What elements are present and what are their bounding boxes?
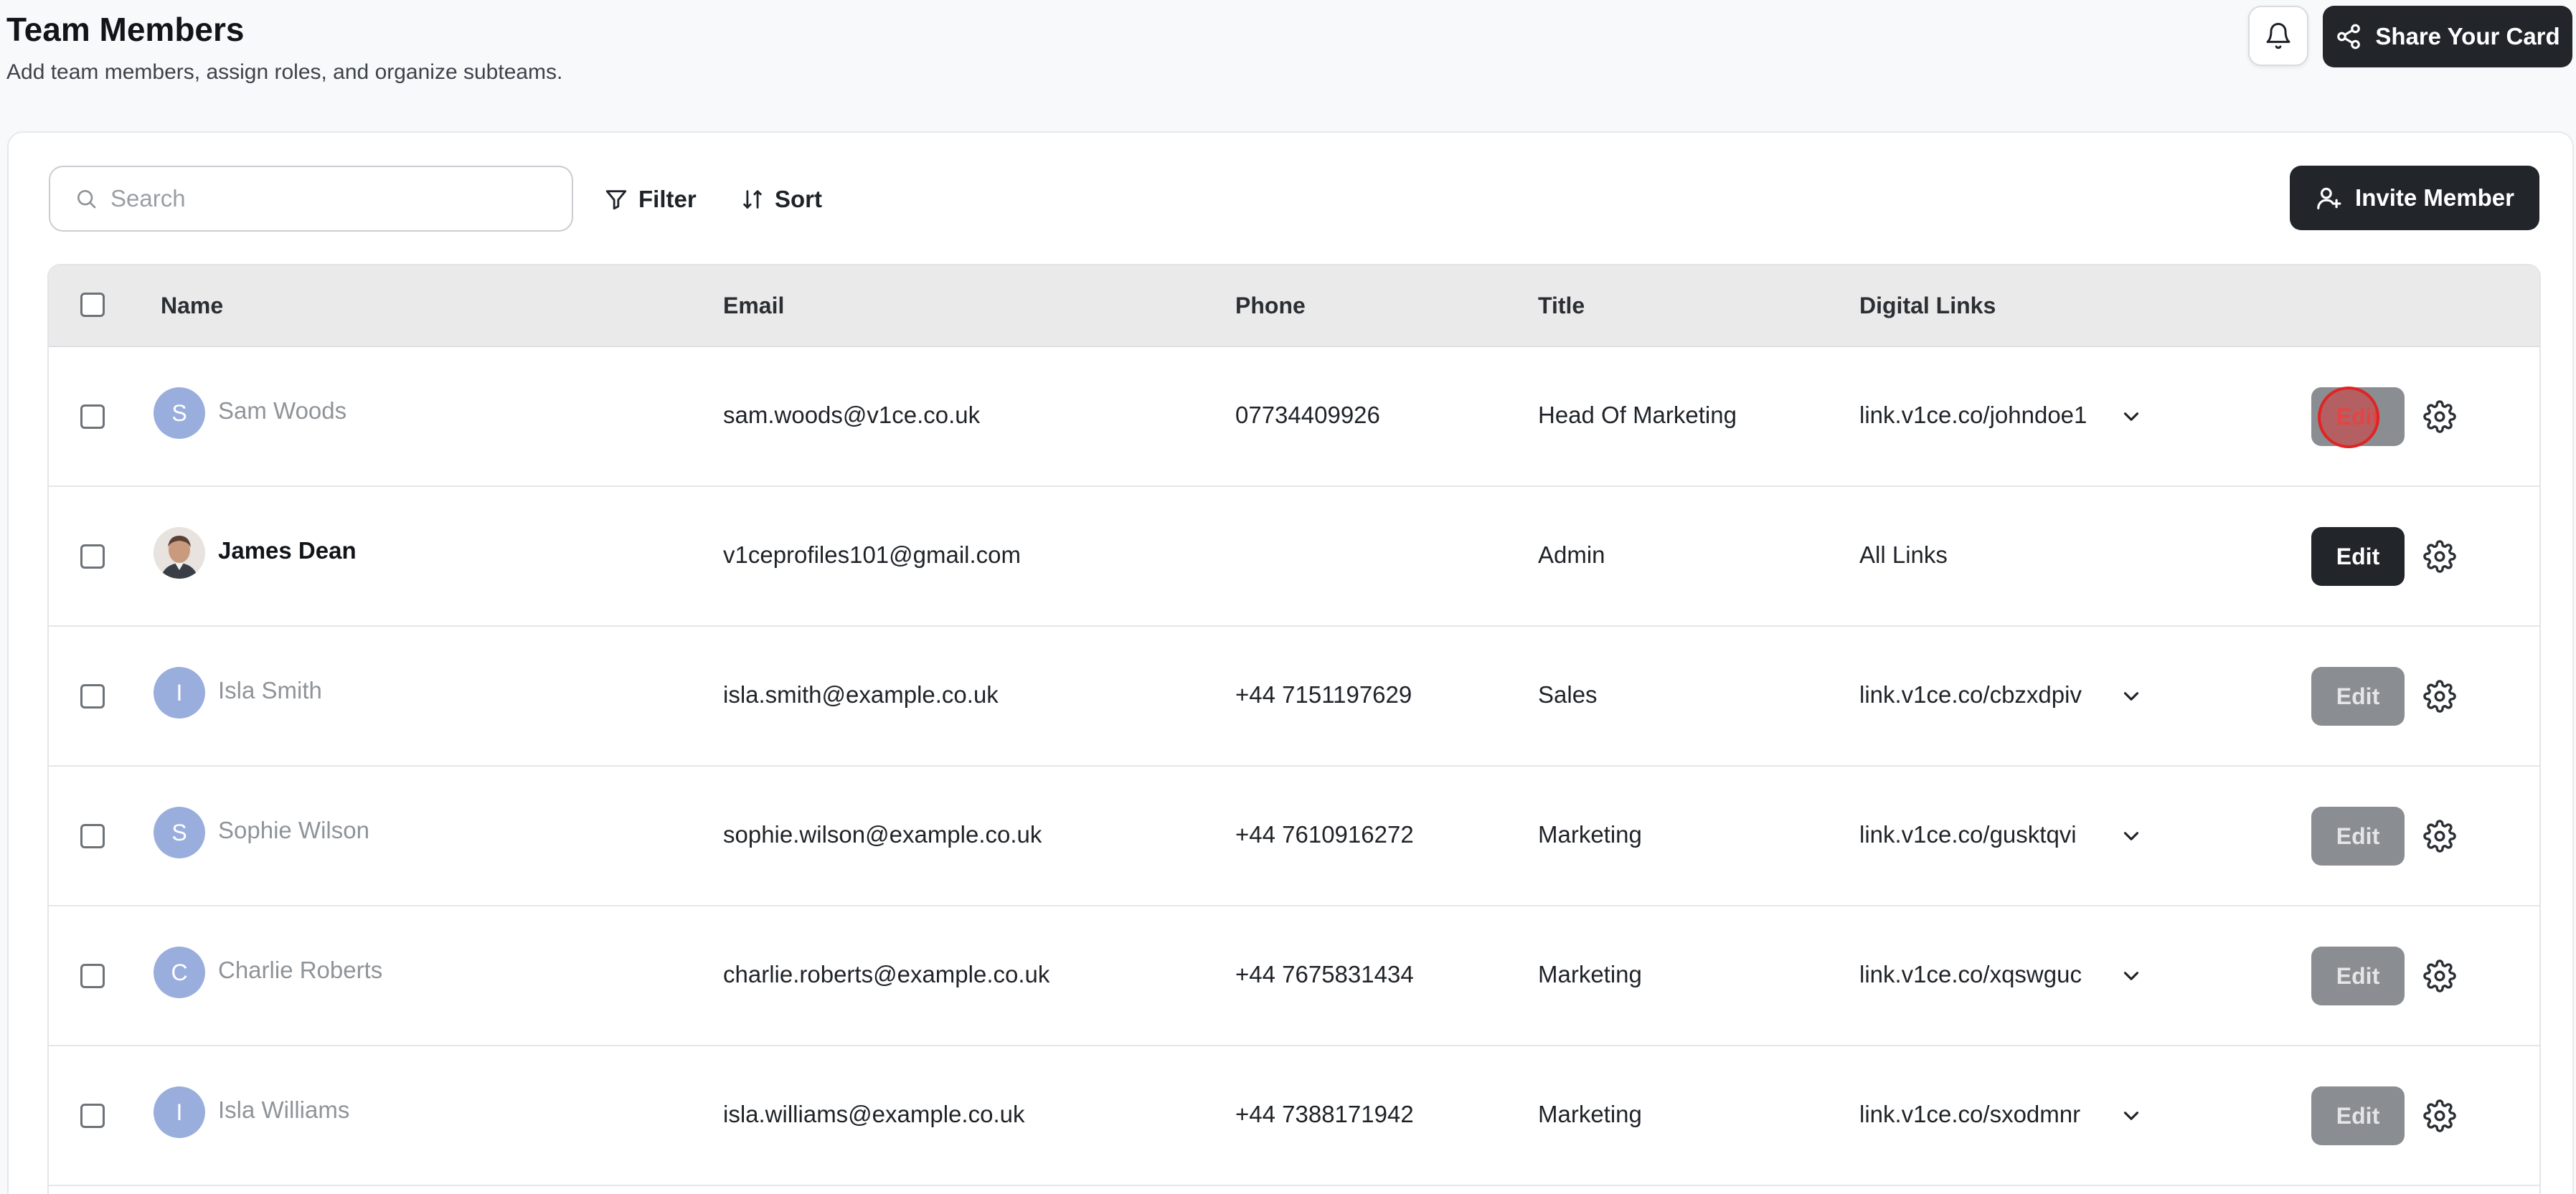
member-phone: +44 7675831434 — [1235, 961, 1414, 987]
member-email: sophie.wilson@example.co.uk — [723, 821, 1042, 848]
edit-button[interactable]: Edit — [2311, 807, 2405, 866]
table-row: C Charlie Roberts charlie.roberts@exampl… — [49, 906, 2539, 1046]
member-name[interactable]: Sophie Wilson — [218, 817, 369, 844]
team-members-card: Filter Sort Invite Member Name Email Pho… — [7, 131, 2574, 1194]
filter-button[interactable]: Filter — [604, 180, 697, 219]
member-phone: +44 7151197629 — [1235, 681, 1412, 708]
chevron-down-icon[interactable] — [2119, 404, 2143, 429]
table-row: I Isla Williams isla.williams@example.co… — [49, 1046, 2539, 1186]
edit-button[interactable]: Edit — [2311, 667, 2405, 726]
bell-icon — [2266, 22, 2290, 49]
sort-button[interactable]: Sort — [740, 180, 822, 219]
member-title: Sales — [1538, 681, 1598, 708]
gear-icon[interactable] — [2423, 1099, 2456, 1132]
row-checkbox[interactable] — [80, 544, 105, 569]
member-email: v1ceprofiles101@gmail.com — [723, 541, 1022, 568]
column-header-title[interactable]: Title — [1538, 293, 1585, 319]
row-checkbox[interactable] — [80, 684, 105, 709]
member-title: Marketing — [1538, 1101, 1642, 1127]
member-title: Admin — [1538, 541, 1605, 568]
page-title: Team Members — [6, 11, 245, 48]
select-all-checkbox[interactable] — [80, 293, 105, 317]
member-phone: +44 7610916272 — [1235, 821, 1414, 848]
share-card-button[interactable]: Share Your Card — [2323, 6, 2572, 67]
row-checkbox[interactable] — [80, 1104, 105, 1128]
avatar: S — [154, 807, 205, 858]
table-row: James Dean v1ceprofiles101@gmail.com Adm… — [49, 487, 2539, 627]
member-title: Marketing — [1538, 961, 1642, 987]
member-name[interactable]: Sam Woods — [218, 397, 346, 425]
row-checkbox[interactable] — [80, 404, 105, 429]
row-checkbox[interactable] — [80, 824, 105, 848]
chevron-down-icon[interactable] — [2119, 1104, 2143, 1128]
avatar: I — [154, 1086, 205, 1138]
column-header-phone[interactable]: Phone — [1235, 293, 1306, 319]
row-checkbox[interactable] — [80, 964, 105, 988]
invite-member-button[interactable]: Invite Member — [2290, 166, 2539, 230]
table-row: I Isla Smith isla.smith@example.co.uk +4… — [49, 627, 2539, 767]
page-subtitle: Add team members, assign roles, and orga… — [6, 60, 563, 84]
search-input[interactable] — [110, 185, 541, 212]
member-email: isla.smith@example.co.uk — [723, 681, 999, 708]
edit-button[interactable]: Edit — [2311, 947, 2405, 1005]
sort-icon — [743, 190, 762, 209]
member-name[interactable]: Charlie Roberts — [218, 957, 382, 984]
member-digital-link: link.v1ce.co/gusktqvi — [1859, 821, 2077, 848]
table-row: S Sophie Wilson sophie.wilson@example.co… — [49, 767, 2539, 906]
members-table: Name Email Phone Title Digital Links S S… — [47, 264, 2541, 1194]
member-email: isla.williams@example.co.uk — [723, 1101, 1025, 1127]
member-title: Marketing — [1538, 821, 1642, 848]
chevron-down-icon[interactable] — [2119, 684, 2143, 709]
gear-icon[interactable] — [2423, 400, 2456, 433]
member-phone: +44 7388171942 — [1235, 1101, 1414, 1127]
edit-button[interactable]: Edit — [2311, 527, 2405, 586]
avatar: I — [154, 667, 205, 719]
table-row: S Sam Woods sam.woods@v1ce.co.uk 0773440… — [49, 347, 2539, 487]
chevron-down-icon[interactable] — [2119, 964, 2143, 988]
search-field[interactable] — [49, 166, 573, 232]
member-phone: 07734409926 — [1235, 402, 1380, 428]
share-icon — [2337, 24, 2361, 49]
member-name[interactable]: Isla Williams — [218, 1096, 349, 1124]
filter-label: Filter — [638, 186, 697, 212]
avatar: C — [154, 947, 205, 998]
gear-icon[interactable] — [2423, 820, 2456, 853]
member-name[interactable]: James Dean — [218, 537, 357, 564]
member-digital-link: All Links — [1859, 541, 1948, 568]
member-email: charlie.roberts@example.co.uk — [723, 961, 1050, 987]
member-title: Head Of Marketing — [1538, 402, 1737, 428]
member-email: sam.woods@v1ce.co.uk — [723, 402, 981, 428]
search-icon — [77, 190, 96, 209]
table-header: Name Email Phone Title Digital Links — [49, 265, 2539, 347]
edit-button[interactable]: Edit — [2311, 1086, 2405, 1145]
gear-icon[interactable] — [2423, 680, 2456, 713]
filter-icon — [605, 190, 627, 210]
avatar: S — [154, 387, 205, 439]
member-name[interactable]: Isla Smith — [218, 677, 322, 704]
column-header-email[interactable]: Email — [723, 293, 784, 319]
invite-member-label: Invite Member — [2355, 184, 2514, 211]
member-digital-link: link.v1ce.co/sxodmnr — [1859, 1101, 2081, 1127]
gear-icon[interactable] — [2423, 540, 2456, 573]
column-header-digital-links[interactable]: Digital Links — [1859, 293, 1996, 319]
click-indicator — [2318, 387, 2379, 448]
member-digital-link: link.v1ce.co/cbzxdpiv — [1859, 681, 2082, 708]
page-header: Team Members Add team members, assign ro… — [0, 0, 2576, 129]
share-card-label: Share Your Card — [2375, 23, 2560, 49]
notifications-button[interactable] — [2248, 6, 2308, 66]
user-plus-icon — [2317, 187, 2341, 209]
column-header-name[interactable]: Name — [161, 293, 223, 319]
member-digital-link: link.v1ce.co/xqswguc — [1859, 961, 2082, 987]
avatar-photo — [154, 527, 205, 579]
gear-icon[interactable] — [2423, 960, 2456, 992]
member-digital-link: link.v1ce.co/johndoe1 — [1859, 402, 2087, 428]
chevron-down-icon[interactable] — [2119, 824, 2143, 848]
sort-label: Sort — [775, 186, 822, 212]
